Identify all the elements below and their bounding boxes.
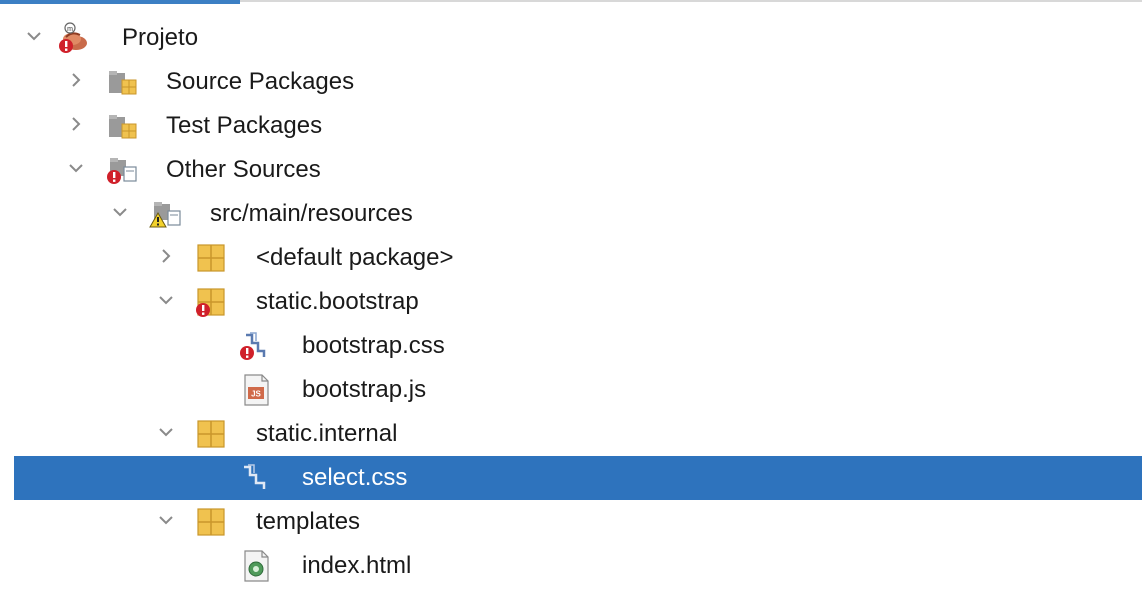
css-file-error-icon — [238, 329, 272, 363]
tree-node-label: index.html — [302, 552, 412, 579]
package-icon — [194, 505, 228, 539]
js-file-icon: JS — [240, 373, 274, 407]
tree-node-label: bootstrap.js — [302, 376, 427, 403]
tree-node-projeto[interactable]: m Projeto — [0, 16, 1142, 60]
tree-node-label: bootstrap.css — [302, 332, 445, 359]
tree-node-label: src/main/resources — [210, 200, 413, 227]
active-tab-indicator — [0, 0, 240, 4]
tree-node-bootstrap-js[interactable]: JS bootstrap.js — [0, 368, 1142, 412]
chevron-down-icon[interactable] — [66, 158, 86, 178]
tree-node-select-css[interactable]: select.css — [0, 456, 1142, 500]
tree-node-index-html[interactable]: index.html — [0, 544, 1142, 588]
package-icon — [194, 417, 228, 451]
tree-node-source-packages[interactable]: Source Packages — [0, 60, 1142, 104]
tree-node-label: Other Sources — [166, 156, 321, 183]
project-tree[interactable]: m Projeto Source Packages Test Packages … — [0, 16, 1142, 588]
tree-node-other-sources[interactable]: Other Sources — [0, 148, 1142, 192]
chevron-down-icon[interactable] — [156, 422, 176, 442]
chevron-right-icon[interactable] — [66, 70, 86, 90]
tree-node-label: Test Packages — [166, 112, 323, 139]
chevron-right-icon[interactable] — [66, 114, 86, 134]
package-icon — [194, 241, 228, 275]
maven-project-error-icon: m — [56, 21, 90, 55]
other-sources-folder-error-icon — [104, 153, 138, 187]
tab-bar-border — [240, 0, 1142, 2]
tree-node-default-package[interactable]: <default package> — [0, 236, 1142, 280]
tree-node-test-packages[interactable]: Test Packages — [0, 104, 1142, 148]
tree-node-bootstrap-css[interactable]: bootstrap.css — [0, 324, 1142, 368]
tree-node-static-internal[interactable]: static.internal — [0, 412, 1142, 456]
tree-node-label: Source Packages — [166, 68, 355, 95]
html-file-icon — [240, 549, 274, 583]
tree-node-label: Projeto — [122, 24, 199, 51]
svg-text:m: m — [67, 26, 73, 33]
package-error-icon — [194, 285, 228, 319]
chevron-down-icon[interactable] — [156, 290, 176, 310]
selection-highlight — [14, 456, 1142, 500]
resources-folder-warning-icon — [148, 197, 182, 231]
chevron-down-icon[interactable] — [156, 510, 176, 530]
tree-node-label: <default package> — [256, 244, 454, 271]
tree-node-label: static.bootstrap — [256, 288, 419, 315]
tree-node-label: templates — [256, 508, 361, 535]
tree-node-static-bootstrap[interactable]: static.bootstrap — [0, 280, 1142, 324]
tree-node-label: static.internal — [256, 420, 398, 447]
css-file-icon — [238, 461, 272, 495]
chevron-right-icon[interactable] — [156, 246, 176, 266]
tree-node-label: select.css — [302, 464, 408, 491]
test-packages-folder-icon — [106, 109, 140, 143]
svg-text:JS: JS — [251, 390, 261, 399]
chevron-down-icon[interactable] — [110, 202, 130, 222]
source-packages-folder-icon — [106, 65, 140, 99]
tree-node-templates[interactable]: templates — [0, 500, 1142, 544]
tree-node-src-main-resources[interactable]: src/main/resources — [0, 192, 1142, 236]
chevron-down-icon[interactable] — [24, 26, 44, 46]
